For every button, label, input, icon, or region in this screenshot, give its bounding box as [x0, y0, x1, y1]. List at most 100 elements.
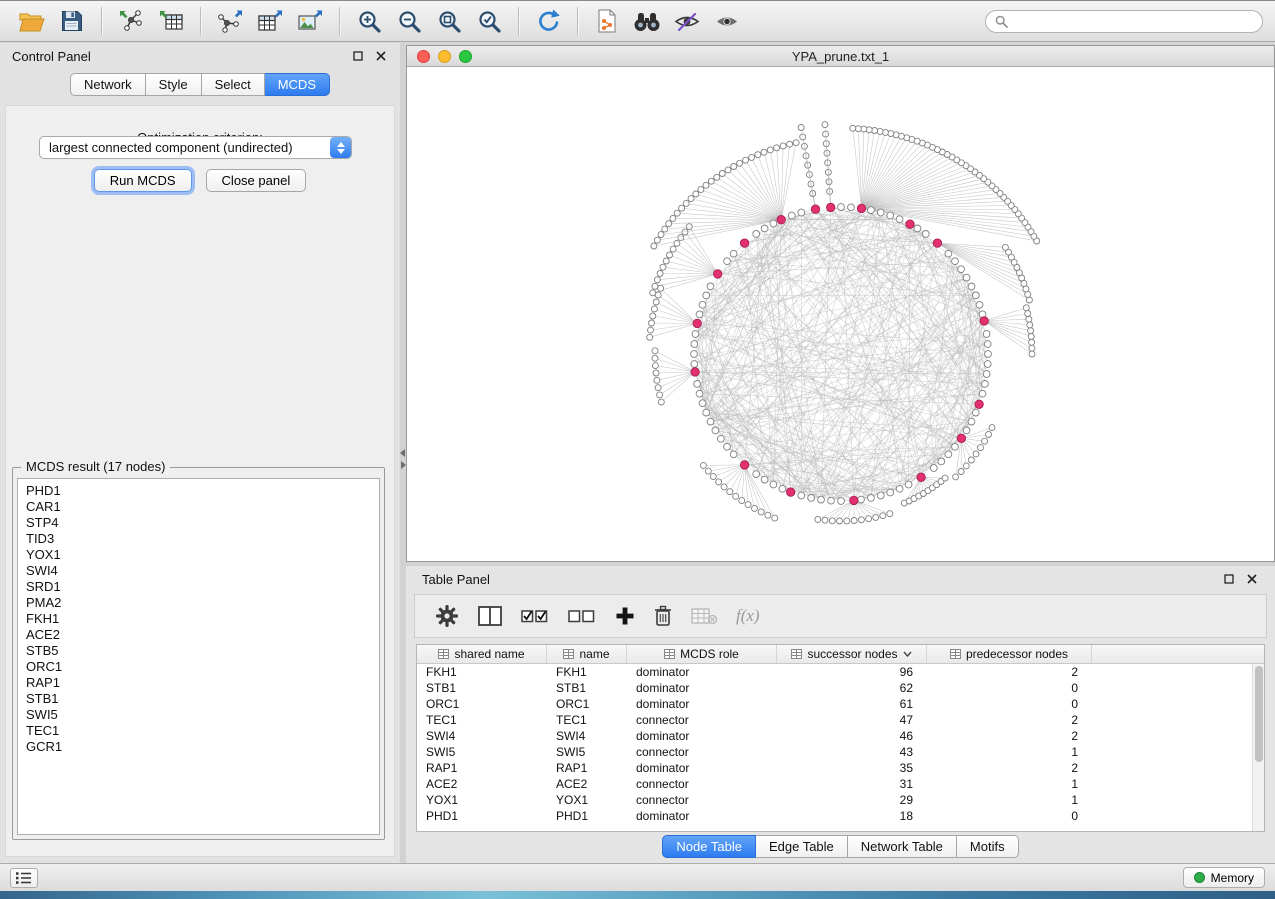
- table-cell[interactable]: STB1: [547, 681, 627, 695]
- zoom-in-button[interactable]: [349, 4, 389, 38]
- search-input[interactable]: [1014, 14, 1253, 28]
- table-cell[interactable]: RAP1: [547, 761, 627, 775]
- table-row[interactable]: ORC1ORC1dominator610: [417, 696, 1252, 712]
- mcds-result-item[interactable]: SWI5: [18, 707, 379, 723]
- mcds-result-item[interactable]: PMA2: [18, 595, 379, 611]
- import-table-button[interactable]: [151, 4, 191, 38]
- mcds-result-item[interactable]: GCR1: [18, 739, 379, 755]
- table-cell[interactable]: YOX1: [417, 793, 547, 807]
- clone-network-button[interactable]: [587, 4, 627, 38]
- mcds-result-item[interactable]: FKH1: [18, 611, 379, 627]
- table-cell[interactable]: RAP1: [417, 761, 547, 775]
- tab-network[interactable]: Network: [70, 73, 146, 96]
- table-cell[interactable]: 1: [927, 745, 1092, 759]
- tab-style[interactable]: Style: [146, 73, 202, 96]
- table-cell[interactable]: SWI4: [547, 729, 627, 743]
- column-header-mcds-role[interactable]: MCDS role: [627, 645, 777, 663]
- table-cell[interactable]: 62: [777, 681, 927, 695]
- close-mcds-panel-button[interactable]: Close panel: [206, 169, 307, 192]
- table-cell[interactable]: 47: [777, 713, 927, 727]
- zoom-selected-button[interactable]: [469, 4, 509, 38]
- close-panel-button[interactable]: [374, 49, 388, 63]
- table-cell[interactable]: 0: [927, 697, 1092, 711]
- zoom-fit-button[interactable]: [429, 4, 469, 38]
- table-cell[interactable]: 0: [927, 809, 1092, 823]
- optimization-criterion-select[interactable]: largest connected component (undirected): [39, 136, 352, 159]
- refresh-layout-button[interactable]: [528, 4, 568, 38]
- table-row[interactable]: PHD1PHD1dominator180: [417, 808, 1252, 824]
- table-cell[interactable]: PHD1: [417, 809, 547, 823]
- table-cell[interactable]: 2: [927, 665, 1092, 679]
- table-cell[interactable]: 2: [927, 761, 1092, 775]
- run-mcds-button[interactable]: Run MCDS: [94, 169, 192, 192]
- table-settings-button[interactable]: [435, 601, 459, 631]
- network-graph[interactable]: [407, 67, 1274, 561]
- table-cell[interactable]: SWI4: [417, 729, 547, 743]
- table-cell[interactable]: ORC1: [547, 697, 627, 711]
- float-table-panel-button[interactable]: [1222, 572, 1236, 586]
- show-hide-button[interactable]: [707, 4, 747, 38]
- delete-row-button[interactable]: [654, 601, 672, 631]
- export-table-button[interactable]: [250, 4, 290, 38]
- table-cell[interactable]: ACE2: [547, 777, 627, 791]
- mcds-result-item[interactable]: CAR1: [18, 499, 379, 515]
- export-network-button[interactable]: [210, 4, 250, 38]
- show-columns-button[interactable]: [478, 601, 502, 631]
- mcds-result-item[interactable]: SWI4: [18, 563, 379, 579]
- tab-network-table[interactable]: Network Table: [848, 835, 957, 858]
- table-cell[interactable]: 31: [777, 777, 927, 791]
- table-cell[interactable]: dominator: [627, 761, 777, 775]
- table-row[interactable]: SWI4SWI4dominator462: [417, 728, 1252, 744]
- table-scrollbar[interactable]: [1252, 664, 1264, 831]
- tab-select[interactable]: Select: [202, 73, 265, 96]
- table-cell[interactable]: dominator: [627, 665, 777, 679]
- column-header-successor-nodes[interactable]: successor nodes: [777, 645, 927, 663]
- table-cell[interactable]: SWI5: [417, 745, 547, 759]
- table-cell[interactable]: TEC1: [417, 713, 547, 727]
- column-header-name[interactable]: name: [547, 645, 627, 663]
- table-cell[interactable]: dominator: [627, 729, 777, 743]
- column-header-predecessor-nodes[interactable]: predecessor nodes: [927, 645, 1092, 663]
- window-close-button[interactable]: [417, 50, 430, 63]
- table-cell[interactable]: dominator: [627, 809, 777, 823]
- table-cell[interactable]: SWI5: [547, 745, 627, 759]
- mcds-result-item[interactable]: TID3: [18, 531, 379, 547]
- table-cell[interactable]: PHD1: [547, 809, 627, 823]
- window-minimize-button[interactable]: [438, 50, 451, 63]
- table-cell[interactable]: FKH1: [417, 665, 547, 679]
- table-cell[interactable]: YOX1: [547, 793, 627, 807]
- table-cell[interactable]: connector: [627, 777, 777, 791]
- table-cell[interactable]: 29: [777, 793, 927, 807]
- table-cell[interactable]: 96: [777, 665, 927, 679]
- render-details-button[interactable]: [667, 4, 707, 38]
- mcds-result-item[interactable]: STB1: [18, 691, 379, 707]
- open-file-button[interactable]: [12, 4, 52, 38]
- table-cell[interactable]: 43: [777, 745, 927, 759]
- table-row[interactable]: ACE2ACE2connector311: [417, 776, 1252, 792]
- table-cell[interactable]: 18: [777, 809, 927, 823]
- table-cell[interactable]: connector: [627, 793, 777, 807]
- memory-button[interactable]: Memory: [1183, 867, 1265, 888]
- mcds-result-item[interactable]: PHD1: [18, 483, 379, 499]
- mcds-result-item[interactable]: STP4: [18, 515, 379, 531]
- tab-mcds[interactable]: MCDS: [265, 73, 330, 96]
- network-window-titlebar[interactable]: YPA_prune.txt_1: [407, 46, 1274, 67]
- table-cell[interactable]: 2: [927, 729, 1092, 743]
- task-history-button[interactable]: [10, 868, 38, 888]
- mcds-result-item[interactable]: RAP1: [18, 675, 379, 691]
- tab-motifs[interactable]: Motifs: [957, 835, 1019, 858]
- table-row[interactable]: RAP1RAP1dominator352: [417, 760, 1252, 776]
- table-cell[interactable]: connector: [627, 745, 777, 759]
- mcds-result-item[interactable]: SRD1: [18, 579, 379, 595]
- table-row[interactable]: SWI5SWI5connector431: [417, 744, 1252, 760]
- scrollbar-thumb[interactable]: [1255, 666, 1263, 762]
- mcds-result-item[interactable]: ORC1: [18, 659, 379, 675]
- import-network-button[interactable]: [111, 4, 151, 38]
- table-cell[interactable]: dominator: [627, 697, 777, 711]
- table-cell[interactable]: 46: [777, 729, 927, 743]
- mcds-result-item[interactable]: STB5: [18, 643, 379, 659]
- table-row[interactable]: YOX1YOX1connector291: [417, 792, 1252, 808]
- table-cell[interactable]: connector: [627, 713, 777, 727]
- table-cell[interactable]: 2: [927, 713, 1092, 727]
- mcds-result-list[interactable]: PHD1CAR1STP4TID3YOX1SWI4SRD1PMA2FKH1ACE2…: [17, 478, 380, 835]
